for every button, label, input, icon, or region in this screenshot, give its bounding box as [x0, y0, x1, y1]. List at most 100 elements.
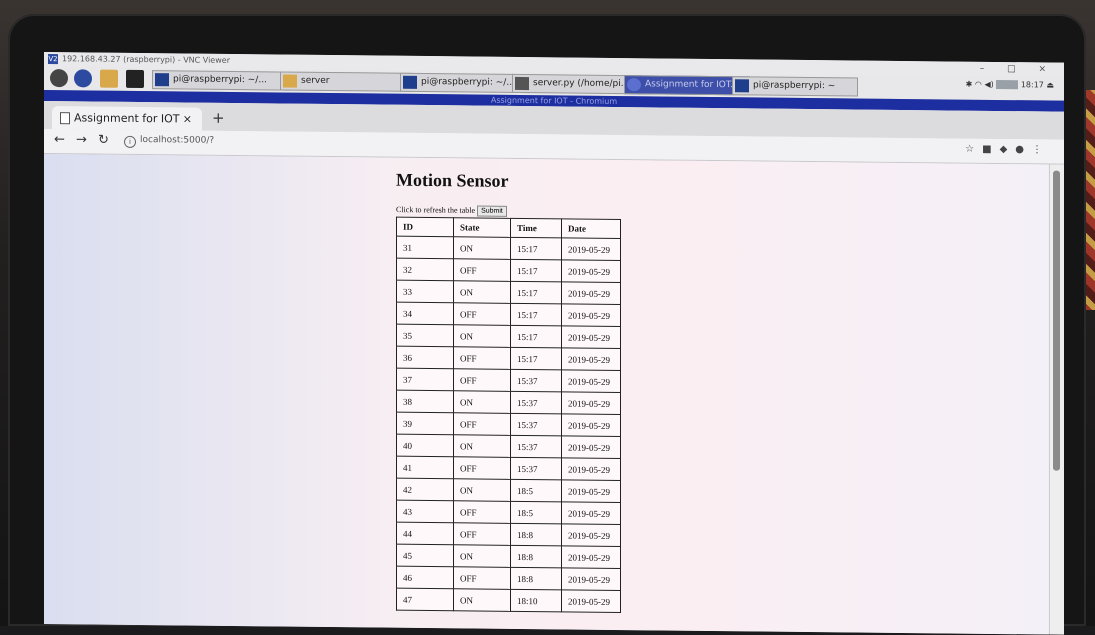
- cell-time: 18:8: [510, 545, 562, 568]
- terminal-launcher-icon[interactable]: [126, 69, 144, 89]
- cell-state: OFF: [453, 456, 511, 480]
- browser-launcher-icon[interactable]: [74, 69, 92, 88]
- taskbar-item-terminal-3[interactable]: pi@raspberrypi: ~: [732, 76, 858, 97]
- system-tray: ✱ ◠ ◀) 18:17 ⏏: [966, 80, 1054, 90]
- page-icon: [60, 112, 70, 125]
- table-row: 36 OFF 15:17 2019-05-29: [396, 346, 621, 371]
- cell-id: 34: [396, 302, 454, 325]
- cell-time: 15:37: [510, 391, 562, 414]
- table-row: 46 OFF 18:8 2019-05-29: [396, 566, 621, 591]
- cell-id: 37: [396, 368, 454, 391]
- cell-date: 2019-05-29: [561, 325, 621, 349]
- column-header-id: ID: [396, 217, 454, 237]
- refresh-row: Click to refresh the table Submit: [396, 205, 621, 218]
- cell-id: 33: [396, 280, 454, 303]
- taskbar-item-terminal-2[interactable]: pi@raspberrypi: ~/...: [400, 72, 530, 94]
- table-row: 35 ON 15:17 2019-05-29: [396, 324, 621, 349]
- vnc-icon: V2: [48, 54, 58, 65]
- cell-state: ON: [453, 588, 511, 612]
- cell-state: ON: [453, 434, 511, 458]
- back-arrow-icon[interactable]: ←: [54, 132, 65, 147]
- cell-id: 42: [396, 478, 454, 501]
- cell-id: 35: [396, 324, 454, 347]
- tab-assignment[interactable]: Assignment for IOT ×: [52, 106, 202, 131]
- close-icon[interactable]: ×: [183, 107, 192, 130]
- cell-time: 15:37: [510, 435, 562, 458]
- vnc-window-controls[interactable]: – □ ×: [980, 62, 1056, 77]
- column-header-time: Time: [510, 218, 562, 238]
- volume-icon[interactable]: ◀): [984, 80, 993, 89]
- file-manager-icon[interactable]: [100, 69, 118, 88]
- taskbar-item-terminal-1[interactable]: pi@raspberrypi: ~/...: [152, 70, 290, 91]
- cell-state: ON: [453, 544, 511, 568]
- bookmark-star-icon[interactable]: ☆: [965, 144, 982, 155]
- cell-state: OFF: [453, 522, 511, 546]
- cell-time: 15:17: [510, 237, 562, 260]
- page-scrollbar[interactable]: [1049, 164, 1064, 635]
- cell-date: 2019-05-29: [561, 479, 621, 503]
- cell-date: 2019-05-29: [561, 567, 621, 591]
- reload-icon[interactable]: ↻: [98, 133, 109, 148]
- folder-icon: [283, 74, 297, 88]
- cell-time: 18:5: [510, 479, 562, 502]
- cell-date: 2019-05-29: [561, 391, 621, 415]
- url-input[interactable]: localhost:5000/?: [140, 135, 214, 146]
- cell-date: 2019-05-29: [561, 413, 621, 437]
- cell-time: 18:8: [510, 523, 562, 546]
- account-icon[interactable]: ●: [1015, 144, 1032, 155]
- table-row: 47 ON 18:10 2019-05-29: [396, 588, 621, 613]
- table-row: 38 ON 15:37 2019-05-29: [396, 390, 621, 415]
- column-header-date: Date: [561, 218, 621, 239]
- vnc-screen: V2 192.168.43.27 (raspberrypi) - VNC View…: [44, 52, 1064, 635]
- table-row: 44 OFF 18:8 2019-05-29: [396, 522, 621, 547]
- cell-time: 15:17: [510, 303, 562, 326]
- cell-date: 2019-05-29: [561, 259, 621, 283]
- cell-date: 2019-05-29: [561, 369, 621, 393]
- raspberry-menu-icon[interactable]: [50, 69, 68, 88]
- submit-button[interactable]: Submit: [477, 205, 507, 217]
- info-icon[interactable]: i: [124, 135, 136, 148]
- page-title: Motion Sensor: [396, 169, 509, 191]
- cell-time: 15:37: [510, 369, 562, 392]
- cell-id: 36: [396, 346, 454, 369]
- taskbar-item-editor[interactable]: server.py (/home/pi...: [512, 73, 642, 95]
- forward-arrow-icon[interactable]: →: [76, 132, 87, 147]
- table-row: 42 ON 18:5 2019-05-29: [396, 478, 621, 503]
- scrollbar-thumb[interactable]: [1053, 170, 1060, 471]
- cpu-monitor: [996, 79, 1019, 90]
- cell-id: 43: [396, 500, 454, 523]
- cell-date: 2019-05-29: [561, 589, 621, 613]
- cell-time: 18:8: [510, 567, 562, 590]
- cell-time: 18:10: [510, 589, 562, 612]
- wifi-icon[interactable]: ◠: [975, 80, 982, 89]
- cell-date: 2019-05-29: [561, 347, 621, 371]
- table-row: 43 OFF 18:5 2019-05-29: [396, 500, 621, 525]
- cell-state: ON: [453, 324, 511, 348]
- cell-time: 15:17: [510, 259, 562, 282]
- cell-time: 15:37: [510, 413, 562, 436]
- menu-icon[interactable]: ⋮: [1032, 144, 1050, 155]
- cell-id: 40: [396, 434, 454, 457]
- toolbar-icons: ☆■◆●⋮: [965, 144, 1050, 156]
- cell-state: ON: [453, 390, 511, 414]
- cell-time: 15:17: [510, 347, 562, 370]
- cell-id: 45: [396, 544, 454, 567]
- bluetooth-icon[interactable]: ✱: [966, 80, 973, 89]
- eject-icon[interactable]: ⏏: [1046, 80, 1054, 89]
- cell-id: 31: [396, 236, 454, 259]
- refresh-label: Click to refresh the table: [396, 205, 476, 215]
- table-row: 34 OFF 15:17 2019-05-29: [396, 302, 621, 327]
- extension-icon[interactable]: ■: [982, 144, 999, 155]
- cell-state: OFF: [453, 258, 511, 282]
- cell-date: 2019-05-29: [561, 281, 621, 305]
- new-tab-button[interactable]: +: [212, 109, 225, 127]
- cell-state: OFF: [453, 346, 511, 370]
- taskbar-item-server-folder[interactable]: server: [280, 71, 412, 92]
- table-row: 37 OFF 15:37 2019-05-29: [396, 368, 621, 393]
- cell-state: OFF: [453, 500, 511, 524]
- page-content: Motion Sensor Click to refresh the table…: [396, 169, 621, 614]
- table-header-row: ID State Time Date: [396, 217, 621, 239]
- table-row: 45 ON 18:8 2019-05-29: [396, 544, 621, 569]
- shield-icon[interactable]: ◆: [1000, 144, 1016, 155]
- cell-id: 44: [396, 522, 454, 545]
